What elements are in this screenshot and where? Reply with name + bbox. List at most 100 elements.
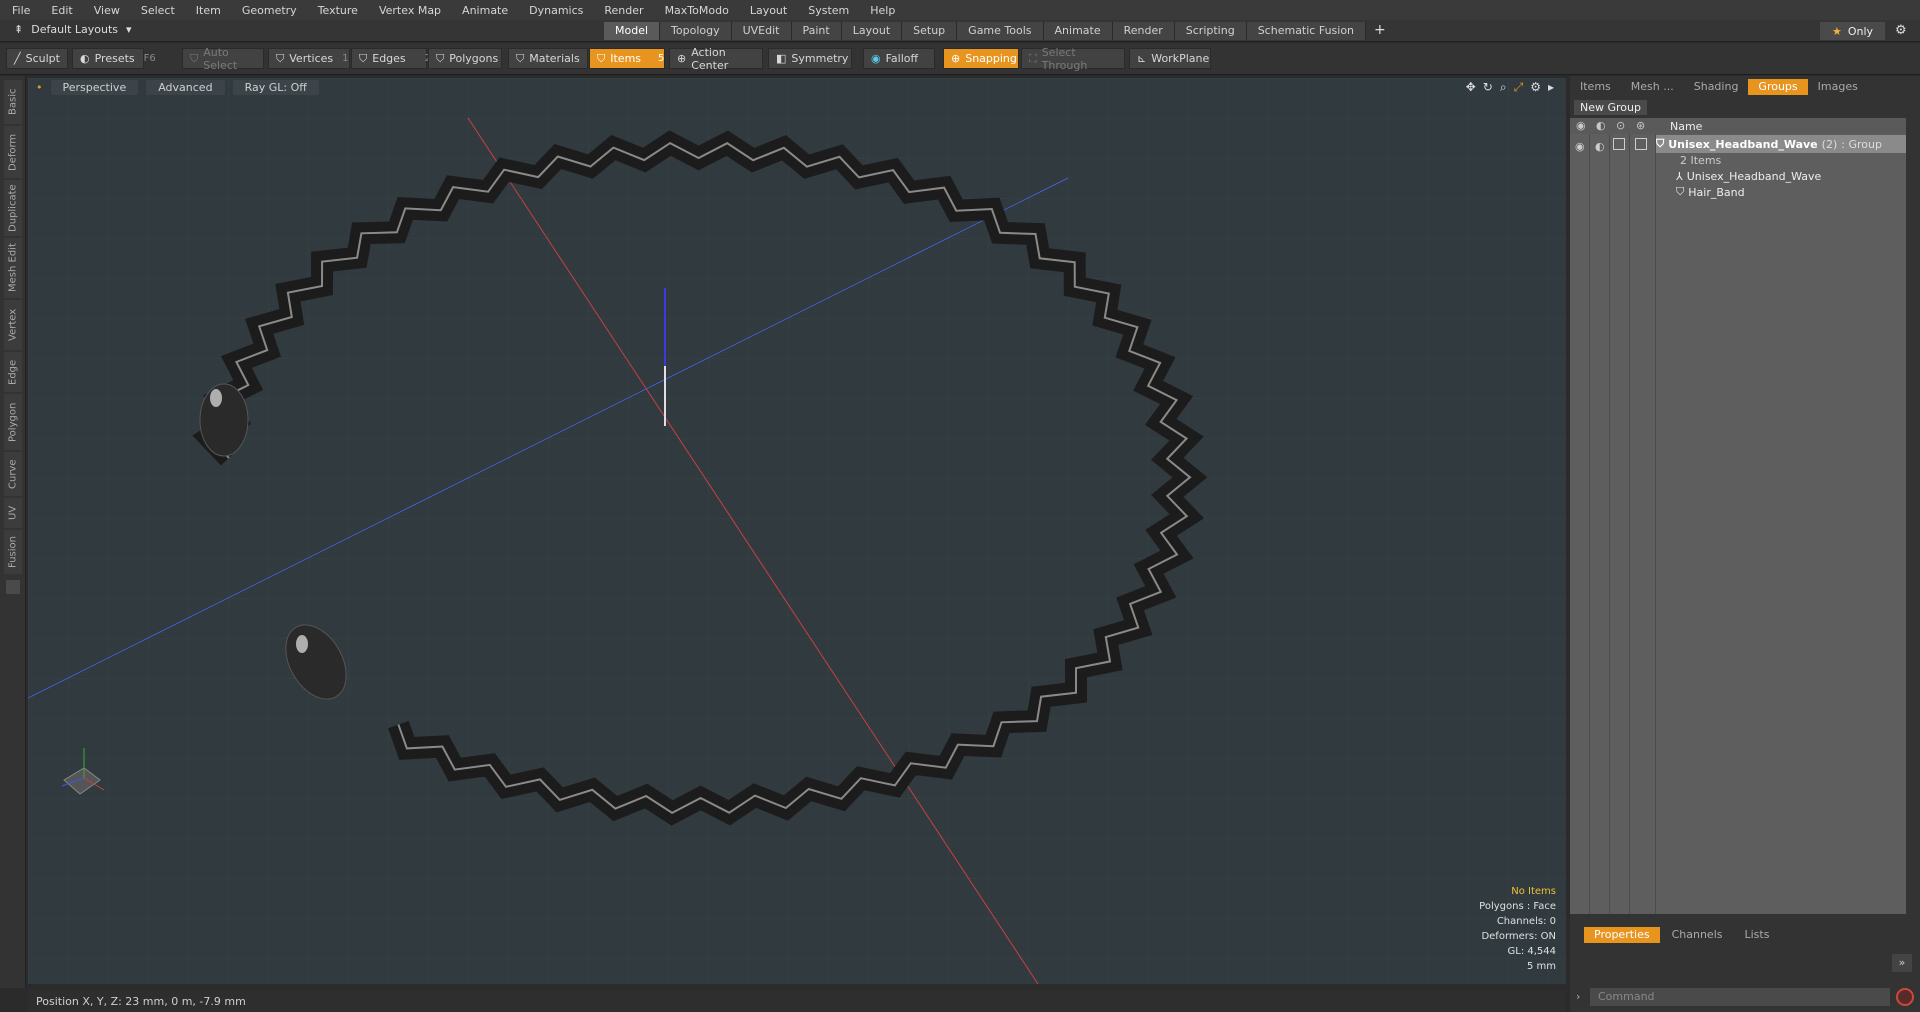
workplane-button[interactable]: ⊾ WorkPlane [1129,48,1211,69]
menu-item[interactable]: Geometry [242,4,297,17]
menu-item[interactable]: Edit [51,4,72,17]
add-tab-icon[interactable]: + [1374,22,1386,40]
panel-tabs: Items Mesh ... Shading Groups Images [1570,78,1920,96]
tool-tab-deform[interactable]: Deform [4,126,22,178]
bottom-tab-lists[interactable]: Lists [1735,927,1780,943]
vertices-button[interactable]: ⛉ Vertices 1 [268,48,350,69]
menu-item[interactable]: MaxToModo [665,4,729,17]
items-button[interactable]: ⛉ Items 5 [589,48,665,69]
group-count: (2) [1821,137,1838,151]
tool-tab-curve[interactable]: Curve [4,452,22,496]
child-row-hairband[interactable]: ⛉ Hair_Band [1656,183,1906,201]
tool-tab-vertex[interactable]: Vertex [4,300,22,350]
rotate-view-icon[interactable]: ↻ [1483,80,1493,95]
edges-button[interactable]: ⛉ Edges 2 [351,48,431,69]
select-through-button[interactable]: ⛶ Select Through [1021,46,1125,72]
snapping-button[interactable]: ⊕ Snapping [943,48,1019,69]
panel-tab-items[interactable]: Items [1570,79,1621,95]
command-input[interactable]: Command [1590,988,1890,1006]
tab-model[interactable]: Model [604,22,661,40]
lock-checkbox[interactable] [1613,138,1625,150]
presets-shortcut: F6 [143,53,156,64]
presets-button[interactable]: ◐ Presets F6 [72,48,156,69]
panel-tab-groups[interactable]: Groups [1748,79,1808,95]
tab-layout[interactable]: Layout [841,22,903,40]
tab-paint[interactable]: Paint [791,22,842,40]
bottom-tab-properties[interactable]: Properties [1584,927,1660,943]
layout-icon: ⇞ [14,23,24,36]
bottom-tab-channels[interactable]: Channels [1662,927,1733,943]
record-button[interactable] [1896,988,1914,1006]
menu-item[interactable]: Select [141,4,175,17]
edges-label: Edges [372,52,406,65]
shading-button[interactable]: Advanced [146,79,225,95]
tab-setup[interactable]: Setup [902,22,958,40]
menu-item[interactable]: Animate [462,4,508,17]
only-button[interactable]: ★ Only [1820,22,1885,40]
menu-item[interactable]: System [808,4,849,17]
viewport-arrow-icon[interactable]: ▸ [1548,80,1554,95]
polygons-info: Polygons : Face [1479,901,1556,912]
materials-button[interactable]: ⛉ Materials [508,48,588,69]
mesh-icon: ⛉ [1676,185,1685,198]
tab-render[interactable]: Render [1112,22,1175,40]
panel-tab-images[interactable]: Images [1808,79,1868,95]
layout-row: ⇞ Default Layouts ▾ Model Topology UVEdit P… [0,20,1920,42]
tool-tab-edge[interactable]: Edge [4,352,22,392]
visibility-eye-icon[interactable]: ◉ [1575,140,1585,153]
items-label: Items [610,52,642,65]
menu-item[interactable]: Dynamics [529,4,583,17]
symmetry-icon: ◧ [776,52,787,65]
auto-select-button[interactable]: ⛉ Auto Select [182,46,264,72]
collapse-button[interactable] [6,580,20,594]
panel-tab-shading[interactable]: Shading [1684,79,1749,95]
expand-button[interactable]: » [1892,954,1912,972]
menu-bar: File Edit View Select Item Geometry Texture Ver… [0,0,1920,20]
menu-item[interactable]: View [94,4,120,17]
3d-viewport[interactable]: • Perspective Advanced Ray GL: Off ✥ ↻ ⌕… [28,78,1566,984]
brush-icon: ╱ [14,52,21,65]
menu-item[interactable]: Item [196,4,221,17]
tool-tab-basic[interactable]: Basic [4,80,22,124]
tool-tab-mesh-edit[interactable]: Mesh Edit [4,238,22,298]
falloff-button[interactable]: ◉ Falloff [863,48,935,69]
select-checkbox[interactable] [1635,138,1647,150]
layout-dropdown[interactable]: ⇞ Default Layouts ▾ [14,23,132,36]
move-view-icon[interactable]: ✥ [1466,80,1476,95]
item-icon: ⛉ [597,51,606,65]
viewport-info: No Items Polygons : Face Channels: 0 Def… [1479,884,1556,974]
viewport-gear-icon[interactable]: ⚙ [1530,80,1541,95]
render-toggle-icon[interactable]: ◐ [1595,140,1605,153]
tab-topology[interactable]: Topology [660,22,732,40]
menu-item[interactable]: Layout [750,4,787,17]
tool-tab-duplicate[interactable]: Duplicate [4,180,22,236]
panel-tab-mesh[interactable]: Mesh ... [1621,79,1684,95]
tool-strip: Basic Deform Duplicate Mesh Edit Vertex Edge P… [0,76,26,988]
view-mode-button[interactable]: Perspective [50,79,139,95]
tool-tab-fusion[interactable]: Fusion [4,530,22,574]
menu-item[interactable]: Render [604,4,643,17]
tool-tab-polygon[interactable]: Polygon [4,394,22,450]
gear-icon[interactable]: ⚙ [1895,23,1907,38]
tab-uvedit[interactable]: UVEdit [731,22,792,40]
sculpt-button[interactable]: ╱ Sculpt [6,48,68,69]
tab-game-tools[interactable]: Game Tools [957,22,1044,40]
zoom-icon[interactable]: ⌕ [1500,80,1507,95]
groups-header: ◉ ◐ ⊙ ⊛ Name [1570,118,1906,134]
symmetry-button[interactable]: ◧ Symmetry [768,48,852,69]
maximize-icon[interactable]: ⤢ [1514,80,1524,95]
viewport-menu-dot[interactable]: • [36,81,43,94]
menu-item[interactable]: Help [870,4,895,17]
menu-item[interactable]: Vertex Map [379,4,441,17]
action-center-button[interactable]: ⊕ Action Center [669,46,763,72]
menu-item[interactable]: File [12,4,30,17]
new-group-button[interactable]: New Group [1574,100,1647,115]
tab-schematic-fusion[interactable]: Schematic Fusion [1246,22,1367,40]
tab-animate[interactable]: Animate [1043,22,1113,40]
tab-scripting[interactable]: Scripting [1174,22,1247,40]
polygons-button[interactable]: ⛉ Polygons [428,48,502,69]
menu-item[interactable]: Texture [318,4,358,17]
tool-tab-uv[interactable]: UV [4,498,22,528]
raygl-button[interactable]: Ray GL: Off [232,79,319,95]
shield-icon: ⛉ [190,51,199,65]
